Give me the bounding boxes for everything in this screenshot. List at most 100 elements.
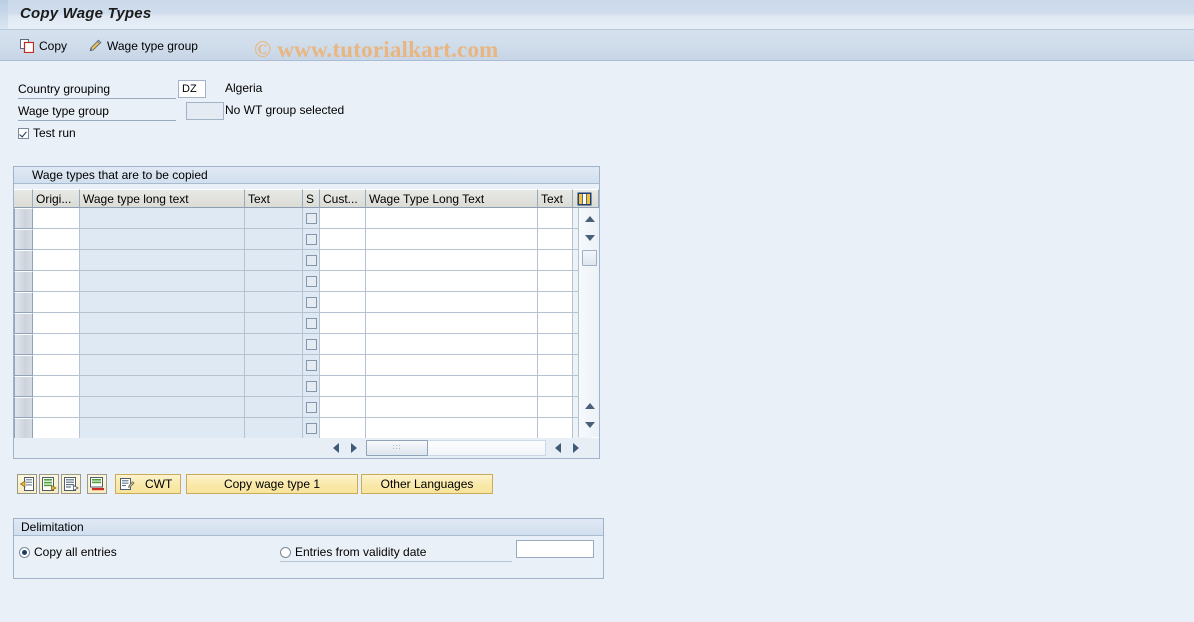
cell-orig[interactable] bbox=[33, 208, 80, 229]
grid-header-s[interactable]: S bbox=[303, 189, 320, 208]
cell-text2[interactable] bbox=[538, 208, 573, 229]
row-select-cell[interactable] bbox=[14, 229, 33, 250]
cell-orig[interactable] bbox=[33, 313, 80, 334]
scroll-up-bottom-icon[interactable] bbox=[582, 398, 597, 413]
row-checkbox[interactable] bbox=[305, 233, 317, 245]
row-checkbox[interactable] bbox=[305, 422, 317, 434]
cell-text2[interactable] bbox=[538, 313, 573, 334]
row-checkbox-cell[interactable] bbox=[303, 250, 320, 271]
cell-cust[interactable] bbox=[320, 229, 366, 250]
row-checkbox-cell[interactable] bbox=[303, 355, 320, 376]
grid-vertical-scrollbar[interactable] bbox=[578, 208, 599, 437]
scroll-down-bottom-icon[interactable] bbox=[582, 417, 597, 432]
grid-vscroll-thumb[interactable] bbox=[582, 250, 597, 266]
grid-header-text-2[interactable]: Text bbox=[538, 189, 573, 208]
copy-button[interactable]: Copy bbox=[16, 35, 71, 56]
row-checkbox-cell[interactable] bbox=[303, 376, 320, 397]
copy-all-entries-radio[interactable] bbox=[19, 546, 30, 558]
validity-date-input[interactable] bbox=[516, 540, 594, 558]
grid-header-cust[interactable]: Cust... bbox=[320, 189, 366, 208]
cell-wtlt2[interactable] bbox=[366, 229, 538, 250]
table-row[interactable] bbox=[14, 355, 599, 376]
table-row[interactable] bbox=[14, 250, 599, 271]
copy-wage-type-1-button[interactable]: Copy wage type 1 bbox=[186, 474, 358, 494]
cell-text2[interactable] bbox=[538, 355, 573, 376]
row-select-cell[interactable] bbox=[14, 418, 33, 439]
row-checkbox-cell[interactable] bbox=[303, 229, 320, 250]
table-row[interactable] bbox=[14, 376, 599, 397]
grid-header-wage-type-long-text-2[interactable]: Wage Type Long Text bbox=[366, 189, 538, 208]
row-checkbox-cell[interactable] bbox=[303, 313, 320, 334]
row-checkbox[interactable] bbox=[305, 317, 317, 329]
cell-text2[interactable] bbox=[538, 250, 573, 271]
grid-header-select-all[interactable] bbox=[14, 189, 33, 208]
cell-orig[interactable] bbox=[33, 397, 80, 418]
table-row[interactable] bbox=[14, 397, 599, 418]
scroll-down-top-icon[interactable] bbox=[582, 230, 597, 245]
cell-cust[interactable] bbox=[320, 334, 366, 355]
grid-hscroll-track[interactable]: ::: bbox=[366, 440, 546, 456]
wage-type-group-input[interactable] bbox=[186, 102, 224, 120]
row-checkbox[interactable] bbox=[305, 254, 317, 266]
cell-orig[interactable] bbox=[33, 292, 80, 313]
cell-orig[interactable] bbox=[33, 250, 80, 271]
delete-row-button[interactable] bbox=[87, 474, 107, 494]
scroll-up-top-icon[interactable] bbox=[582, 211, 597, 226]
cell-wtlt2[interactable] bbox=[366, 376, 538, 397]
table-row[interactable] bbox=[14, 334, 599, 355]
cell-cust[interactable] bbox=[320, 397, 366, 418]
row-select-cell[interactable] bbox=[14, 334, 33, 355]
cell-orig[interactable] bbox=[33, 355, 80, 376]
row-select-cell[interactable] bbox=[14, 313, 33, 334]
grid-header-orig[interactable]: Origi... bbox=[33, 189, 80, 208]
row-checkbox[interactable] bbox=[305, 212, 317, 224]
row-select-cell[interactable] bbox=[14, 271, 33, 292]
cell-cust[interactable] bbox=[320, 208, 366, 229]
grid-header-wage-type-long-text[interactable]: Wage type long text bbox=[80, 189, 245, 208]
grid-hscroll-thumb[interactable]: ::: bbox=[366, 440, 428, 456]
cell-text2[interactable] bbox=[538, 376, 573, 397]
copy-all-entries-option[interactable]: Copy all entries bbox=[19, 545, 117, 559]
cell-orig[interactable] bbox=[33, 376, 80, 397]
row-checkbox[interactable] bbox=[305, 275, 317, 287]
row-checkbox[interactable] bbox=[305, 380, 317, 392]
duplicate-row-button[interactable] bbox=[61, 474, 81, 494]
table-row[interactable] bbox=[14, 418, 599, 439]
row-checkbox-cell[interactable] bbox=[303, 418, 320, 439]
cell-orig[interactable] bbox=[33, 271, 80, 292]
cell-cust[interactable] bbox=[320, 418, 366, 439]
table-row[interactable] bbox=[14, 313, 599, 334]
cell-wtlt2[interactable] bbox=[366, 418, 538, 439]
copy-row-button[interactable] bbox=[39, 474, 59, 494]
table-row[interactable] bbox=[14, 208, 599, 229]
entries-from-validity-date-radio[interactable] bbox=[280, 546, 291, 558]
entries-from-validity-date-option[interactable]: Entries from validity date bbox=[280, 545, 426, 559]
row-select-cell[interactable] bbox=[14, 250, 33, 271]
insert-row-button[interactable] bbox=[17, 474, 37, 494]
cell-text2[interactable] bbox=[538, 418, 573, 439]
cell-wtlt2[interactable] bbox=[366, 292, 538, 313]
hscroll-right-icon[interactable] bbox=[346, 440, 362, 456]
cell-cust[interactable] bbox=[320, 271, 366, 292]
cell-cust[interactable] bbox=[320, 250, 366, 271]
cell-text2[interactable] bbox=[538, 292, 573, 313]
table-row[interactable] bbox=[14, 271, 599, 292]
cell-orig[interactable] bbox=[33, 229, 80, 250]
row-checkbox-cell[interactable] bbox=[303, 397, 320, 418]
cell-wtlt2[interactable] bbox=[366, 271, 538, 292]
row-checkbox[interactable] bbox=[305, 296, 317, 308]
test-run-checkbox-wrap[interactable]: Test run bbox=[18, 126, 76, 140]
cell-text2[interactable] bbox=[538, 271, 573, 292]
hscroll-right-icon-2[interactable] bbox=[568, 440, 584, 456]
cell-wtlt2[interactable] bbox=[366, 397, 538, 418]
row-select-cell[interactable] bbox=[14, 397, 33, 418]
cell-wtlt2[interactable] bbox=[366, 334, 538, 355]
cell-wtlt2[interactable] bbox=[366, 355, 538, 376]
row-select-cell[interactable] bbox=[14, 208, 33, 229]
cell-text2[interactable] bbox=[538, 334, 573, 355]
row-checkbox[interactable] bbox=[305, 338, 317, 350]
wage-type-group-button[interactable]: Wage type group bbox=[84, 35, 202, 56]
row-checkbox-cell[interactable] bbox=[303, 292, 320, 313]
row-checkbox-cell[interactable] bbox=[303, 271, 320, 292]
test-run-checkbox[interactable] bbox=[18, 127, 29, 139]
